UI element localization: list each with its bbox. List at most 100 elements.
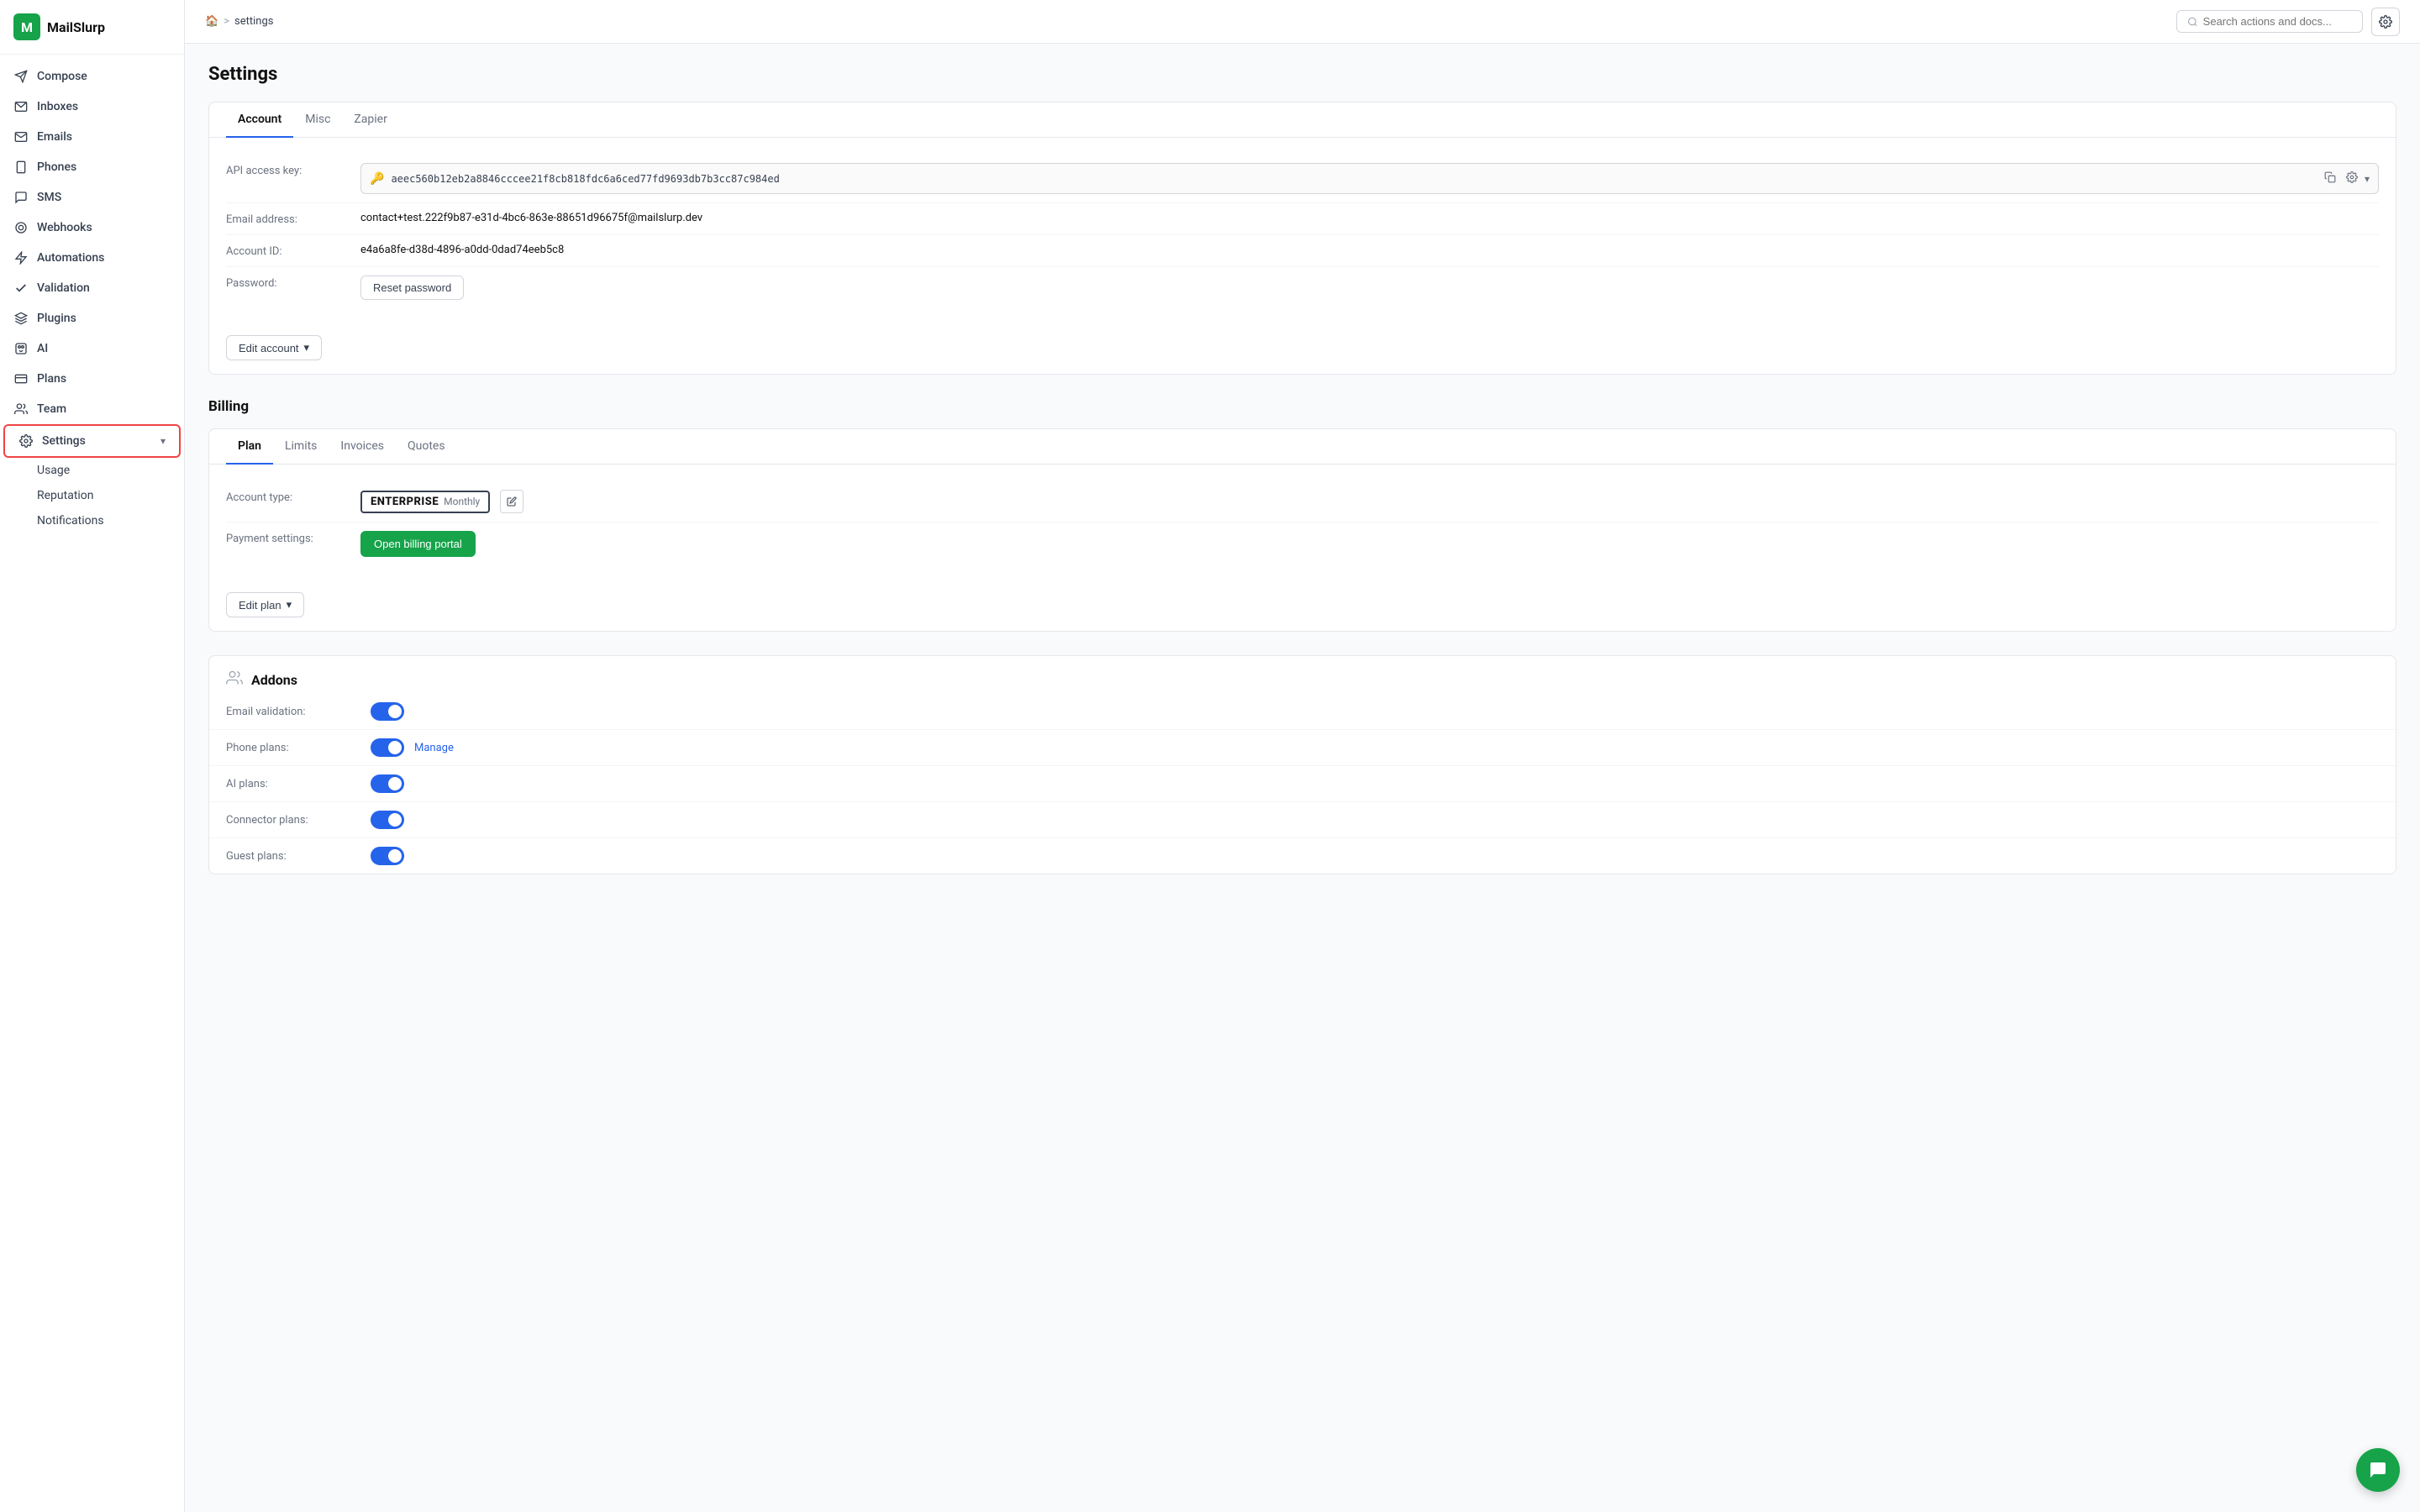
- addons-card: Addons Email validation: Phone plans: Ma…: [208, 655, 2396, 874]
- account-card: Account Misc Zapier API access key: 🔑 ae…: [208, 102, 2396, 375]
- logo-icon: M: [13, 13, 40, 40]
- guest-plans-label: Guest plans:: [226, 850, 360, 863]
- search-bar[interactable]: [2176, 10, 2363, 33]
- billing-section-title: Billing: [208, 398, 2396, 415]
- billing-card-actions: Edit plan ▾: [209, 582, 2396, 631]
- key-icon: 🔑: [370, 172, 384, 186]
- tab-limits[interactable]: Limits: [273, 429, 329, 465]
- edit-plan-type-button[interactable]: [500, 490, 523, 513]
- chevron-down-small-icon: ▾: [304, 341, 310, 354]
- enterprise-badge: ENTERPRISE Monthly: [360, 491, 490, 513]
- chat-icon: [2368, 1460, 2388, 1480]
- api-key-row: API access key: 🔑 aeec560b12eb2a8846ccce…: [226, 155, 2379, 203]
- sidebar-item-compose-label: Compose: [37, 70, 87, 83]
- sidebar-item-plans[interactable]: Plans: [0, 364, 184, 394]
- phone-plans-label: Phone plans:: [226, 742, 360, 754]
- edit-account-button[interactable]: Edit account ▾: [226, 335, 322, 360]
- sidebar-item-reputation[interactable]: Reputation: [37, 483, 184, 508]
- sidebar-item-emails[interactable]: Emails: [0, 122, 184, 152]
- tab-plan[interactable]: Plan: [226, 429, 273, 465]
- billing-card-body: Account type: ENTERPRISE Monthly Payment…: [209, 465, 2396, 582]
- breadcrumb-home[interactable]: 🏠: [205, 15, 218, 28]
- topbar-gear-button[interactable]: [2371, 8, 2400, 36]
- sidebar-item-sms[interactable]: SMS: [0, 182, 184, 213]
- sidebar-item-settings[interactable]: Settings ▾: [3, 424, 181, 458]
- api-key-actions: ▾: [2321, 170, 2370, 187]
- phone-plans-toggle[interactable]: [371, 738, 404, 757]
- sms-icon: [13, 190, 29, 205]
- app-name: MailSlurp: [47, 19, 105, 35]
- sidebar-item-plugins[interactable]: Plugins: [0, 303, 184, 333]
- gear-icon: [18, 433, 34, 449]
- sidebar-item-usage[interactable]: Usage: [37, 458, 184, 483]
- api-key-label: API access key:: [226, 163, 360, 177]
- search-icon: [2187, 16, 2198, 28]
- check-icon: [13, 281, 29, 296]
- sidebar-item-ai-label: AI: [37, 342, 48, 355]
- phone-plans-manage-link[interactable]: Manage: [414, 742, 454, 754]
- enterprise-label: ENTERPRISE: [371, 496, 439, 508]
- sidebar-item-automations-label: Automations: [37, 251, 104, 265]
- open-billing-portal-button[interactable]: Open billing portal: [360, 531, 476, 557]
- sidebar-item-inboxes-label: Inboxes: [37, 100, 78, 113]
- sidebar-item-team[interactable]: Team: [0, 394, 184, 424]
- inbox-icon: [13, 99, 29, 114]
- app-logo: M MailSlurp: [0, 0, 184, 55]
- billing-card: Plan Limits Invoices Quotes Account type…: [208, 428, 2396, 632]
- email-validation-toggle[interactable]: [371, 702, 404, 721]
- account-type-label: Account type:: [226, 490, 360, 504]
- addon-connector-plans: Connector plans:: [209, 802, 2396, 838]
- addons-icon: [226, 669, 243, 690]
- account-tabs: Account Misc Zapier: [209, 102, 2396, 138]
- api-key-wrapper: 🔑 aeec560b12eb2a8846cccee21f8cb818fdc6a6…: [360, 163, 2379, 194]
- monthly-label: Monthly: [444, 496, 480, 507]
- guest-plans-toggle[interactable]: [371, 847, 404, 865]
- tab-quotes[interactable]: Quotes: [396, 429, 457, 465]
- email-icon: [13, 129, 29, 144]
- sidebar-item-ai[interactable]: AI: [0, 333, 184, 364]
- sidebar-item-compose[interactable]: Compose: [0, 61, 184, 92]
- sidebar-item-plugins-label: Plugins: [37, 312, 76, 325]
- copy-api-key-button[interactable]: [2321, 170, 2339, 187]
- connector-plans-label: Connector plans:: [226, 814, 360, 827]
- plans-icon: [13, 371, 29, 386]
- reputation-label: Reputation: [37, 489, 94, 502]
- account-card-actions: Edit account ▾: [209, 325, 2396, 374]
- plugin-icon: [13, 311, 29, 326]
- sidebar-item-emails-label: Emails: [37, 130, 72, 144]
- search-input[interactable]: [2203, 15, 2352, 28]
- sidebar-item-automations[interactable]: Automations: [0, 243, 184, 273]
- account-id-value: e4a6a8fe-d38d-4896-a0dd-0dad74eeb5c8: [360, 244, 2379, 256]
- sidebar-item-webhooks[interactable]: Webhooks: [0, 213, 184, 243]
- email-label: Email address:: [226, 212, 360, 226]
- email-validation-label: Email validation:: [226, 706, 360, 718]
- tab-invoices[interactable]: Invoices: [329, 429, 396, 465]
- tab-account[interactable]: Account: [226, 102, 293, 138]
- sidebar-item-phones-label: Phones: [37, 160, 76, 174]
- sidebar-item-phones[interactable]: Phones: [0, 152, 184, 182]
- sidebar-item-notifications[interactable]: Notifications: [37, 508, 184, 533]
- password-value: Reset password: [360, 276, 2379, 300]
- connector-plans-toggle[interactable]: [371, 811, 404, 829]
- billing-tabs: Plan Limits Invoices Quotes: [209, 429, 2396, 465]
- edit-plan-button[interactable]: Edit plan ▾: [226, 592, 304, 617]
- addon-email-validation: Email validation:: [209, 694, 2396, 730]
- tab-zapier[interactable]: Zapier: [342, 102, 398, 138]
- addon-guest-plans: Guest plans:: [209, 838, 2396, 874]
- sidebar-item-inboxes[interactable]: Inboxes: [0, 92, 184, 122]
- pencil-icon: [507, 496, 517, 507]
- topbar: 🏠 > settings: [185, 0, 2420, 44]
- ai-icon: [13, 341, 29, 356]
- ai-plans-toggle[interactable]: [371, 774, 404, 793]
- api-key-value: aeec560b12eb2a8846cccee21f8cb818fdc6a6ce…: [391, 173, 2314, 185]
- phone-icon: [13, 160, 29, 175]
- sidebar-item-team-label: Team: [37, 402, 66, 416]
- reset-password-button[interactable]: Reset password: [360, 276, 464, 300]
- sidebar-item-settings-label: Settings: [42, 434, 86, 448]
- api-key-settings-button[interactable]: [2343, 170, 2361, 187]
- sidebar-item-webhooks-label: Webhooks: [37, 221, 92, 234]
- chat-widget-button[interactable]: [2356, 1448, 2400, 1492]
- webhook-icon: [13, 220, 29, 235]
- sidebar-item-validation[interactable]: Validation: [0, 273, 184, 303]
- tab-misc[interactable]: Misc: [293, 102, 342, 138]
